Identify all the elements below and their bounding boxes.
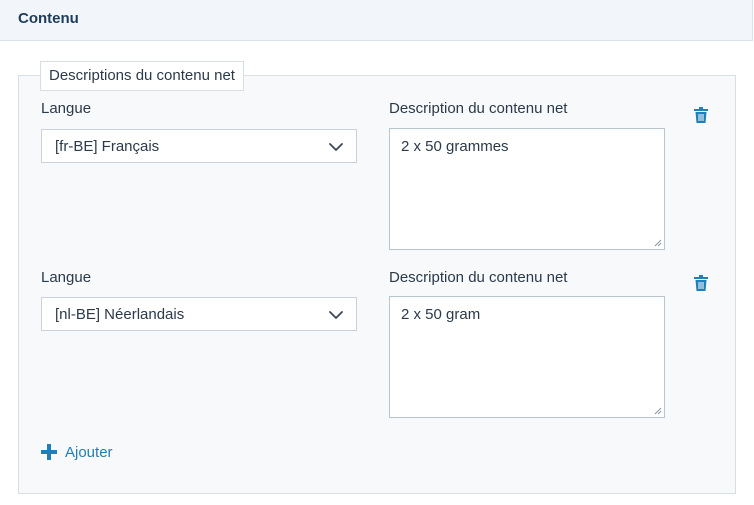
resize-grip-icon[interactable] — [654, 407, 662, 415]
add-description-button[interactable]: Ajouter — [41, 441, 113, 463]
language-select-value: [fr-BE] Français — [55, 138, 160, 155]
language-select[interactable]: [nl-BE] Néerlandais — [41, 297, 357, 331]
language-label: Langue — [41, 100, 92, 117]
description-textarea[interactable]: 2 x 50 gram — [389, 296, 665, 418]
description-label: Description du contenu net — [389, 269, 568, 286]
chevron-down-icon — [329, 311, 343, 319]
description-textarea-value: 2 x 50 gram — [401, 306, 481, 323]
chevron-down-icon — [329, 143, 343, 151]
trash-icon[interactable] — [694, 275, 708, 291]
description-textarea[interactable]: 2 x 50 grammes — [389, 128, 665, 250]
language-label: Langue — [41, 269, 92, 286]
section-title: Contenu — [18, 10, 79, 27]
plus-icon — [41, 444, 57, 460]
fieldset-legend: Descriptions du contenu net — [40, 61, 244, 91]
description-label: Description du contenu net — [389, 100, 568, 117]
resize-grip-icon[interactable] — [654, 239, 662, 247]
description-textarea-value: 2 x 50 grammes — [401, 138, 509, 155]
language-select[interactable]: [fr-BE] Français — [41, 129, 357, 163]
language-select-value: [nl-BE] Néerlandais — [55, 306, 185, 323]
add-button-label: Ajouter — [65, 443, 113, 461]
section-header: Contenu — [0, 0, 753, 41]
trash-icon[interactable] — [694, 107, 708, 123]
